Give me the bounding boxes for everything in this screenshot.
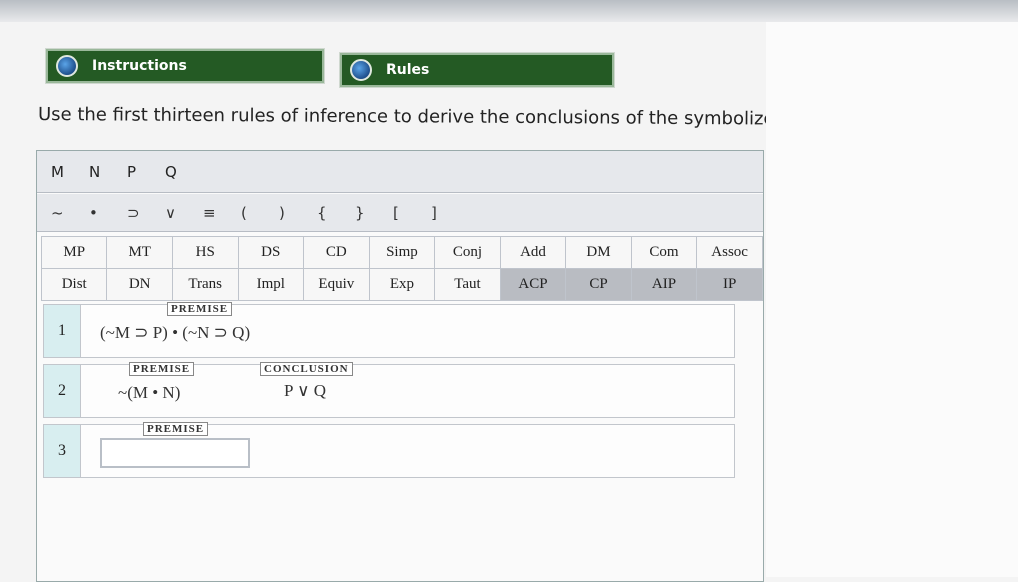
rule-mp-button[interactable]: MP bbox=[40, 236, 108, 269]
rule-assoc-button[interactable]: Assoc bbox=[696, 236, 763, 269]
rule-exp-button[interactable]: Exp bbox=[368, 268, 436, 301]
instructions-label: Instructions bbox=[92, 58, 187, 74]
proof-line-1: 1 PREMISE (~M ⊃ P) • (~N ⊃ Q) bbox=[43, 302, 735, 358]
browser-top-bar bbox=[0, 0, 1018, 22]
rules-label: Rules bbox=[386, 62, 430, 78]
wedge-button[interactable]: ∨ bbox=[165, 204, 203, 222]
rule-add-button[interactable]: Add bbox=[499, 236, 567, 269]
rule-cd-button[interactable]: CD bbox=[303, 236, 370, 269]
variable-n-button[interactable]: N bbox=[89, 163, 127, 181]
proof-line-3: 3 PREMISE bbox=[43, 422, 735, 478]
premise-tag: PREMISE bbox=[167, 302, 233, 316]
left-bracket-button[interactable]: [ bbox=[393, 204, 431, 222]
rule-equiv-button[interactable]: Equiv bbox=[303, 268, 370, 301]
tilde-button[interactable]: ~ bbox=[51, 204, 89, 222]
proof-workspace: M N P Q ~ • ⊃ ∨ ≡ ( ) { } [ ] MP MT HS D… bbox=[36, 150, 764, 582]
line-number: 2 bbox=[44, 365, 81, 417]
variable-p-button[interactable]: P bbox=[127, 163, 165, 181]
globe-icon bbox=[350, 59, 372, 81]
left-paren-button[interactable]: ( bbox=[241, 204, 279, 222]
operator-palette: ~ • ⊃ ∨ ≡ ( ) { } [ ] bbox=[37, 194, 763, 232]
premise-input[interactable] bbox=[100, 438, 250, 468]
rule-mt-button[interactable]: MT bbox=[106, 236, 173, 269]
rule-com-button[interactable]: Com bbox=[630, 236, 698, 269]
conclusion-expression: P ∨ Q bbox=[284, 381, 327, 400]
rule-taut-button[interactable]: Taut bbox=[434, 268, 501, 301]
premise-tag: PREMISE bbox=[129, 362, 195, 376]
rule-cp-button[interactable]: CP bbox=[565, 268, 632, 301]
rule-hs-button[interactable]: HS bbox=[171, 236, 239, 269]
premise-tag: PREMISE bbox=[143, 422, 209, 436]
rules-button[interactable]: Rules bbox=[340, 53, 614, 87]
premise-expression: (~M ⊃ P) • (~N ⊃ Q) bbox=[100, 323, 251, 342]
triple-bar-button[interactable]: ≡ bbox=[203, 204, 241, 222]
globe-icon bbox=[56, 55, 78, 77]
variable-palette: M N P Q bbox=[37, 151, 763, 193]
rule-conj-button[interactable]: Conj bbox=[434, 236, 501, 269]
conclusion-tag: CONCLUSION bbox=[260, 362, 353, 376]
horseshoe-button[interactable]: ⊃ bbox=[127, 204, 165, 222]
right-bracket-button[interactable]: ] bbox=[431, 204, 469, 222]
line-number: 3 bbox=[44, 425, 81, 477]
rule-ip-button[interactable]: IP bbox=[696, 268, 763, 301]
right-brace-button[interactable]: } bbox=[355, 204, 393, 222]
rule-ds-button[interactable]: DS bbox=[237, 236, 305, 269]
variable-q-button[interactable]: Q bbox=[165, 163, 203, 181]
left-brace-button[interactable]: { bbox=[317, 204, 355, 222]
blank-panel bbox=[766, 22, 1018, 577]
premise-expression: ~(M • N) bbox=[118, 383, 181, 402]
line-number: 1 bbox=[44, 305, 81, 357]
right-paren-button[interactable]: ) bbox=[279, 204, 317, 222]
rule-acp-button[interactable]: ACP bbox=[499, 268, 567, 301]
rule-simp-button[interactable]: Simp bbox=[368, 236, 436, 269]
instructions-button[interactable]: Instructions bbox=[46, 49, 324, 83]
rule-impl-button[interactable]: Impl bbox=[237, 268, 305, 301]
proof-line-2: 2 PREMISE ~(M • N) CONCLUSION P ∨ Q bbox=[43, 362, 735, 418]
variable-m-button[interactable]: M bbox=[51, 163, 89, 181]
rule-trans-button[interactable]: Trans bbox=[171, 268, 239, 301]
rule-dm-button[interactable]: DM bbox=[565, 236, 632, 269]
rule-dn-button[interactable]: DN bbox=[106, 268, 173, 301]
rule-dist-button[interactable]: Dist bbox=[40, 268, 108, 301]
dot-button[interactable]: • bbox=[89, 204, 127, 222]
rules-palette: MP MT HS DS CD Simp Conj Add DM Com Asso… bbox=[40, 236, 763, 301]
rule-aip-button[interactable]: AIP bbox=[630, 268, 698, 301]
